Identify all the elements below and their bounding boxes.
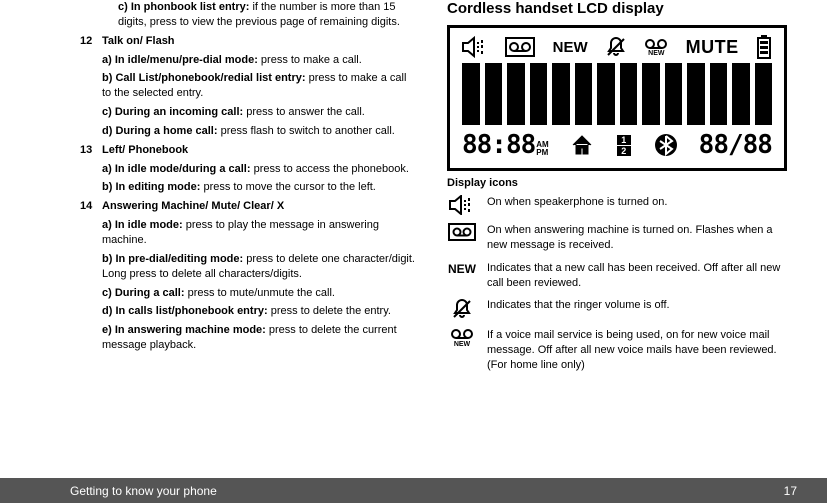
right-column: Cordless handset LCD display NEW NEW MUT… bbox=[437, 0, 797, 478]
item-12-title: Talk on/ Flash bbox=[102, 35, 175, 47]
item-12d-label: d) During a home call: bbox=[102, 125, 218, 137]
item-12-number: 12 bbox=[80, 34, 102, 49]
lcd-row-bottom: 88:88AMPM 1 2 88/88 bbox=[462, 128, 772, 162]
item-14d-text: press to delete the entry. bbox=[268, 305, 391, 317]
item-12b-label: b) Call List/phonebook/redial list entry… bbox=[102, 72, 306, 84]
icon-row-speaker: On when speakerphone is turned on. bbox=[447, 195, 787, 215]
handset-number-icon: 1 2 bbox=[615, 135, 633, 156]
footer-page-number: 17 bbox=[784, 484, 797, 498]
item-13-number: 13 bbox=[80, 143, 102, 158]
icon-row-new: NEW Indicates that a new call has been r… bbox=[447, 261, 787, 291]
speaker-icon bbox=[449, 195, 475, 215]
icon-desc-voicemail: If a voice mail service is being used, o… bbox=[487, 328, 787, 373]
lcd-vm-new: NEW bbox=[648, 50, 664, 57]
left-column: c) In phonbook list entry: if the number… bbox=[70, 0, 437, 478]
icon-row-tape: On when answering machine is turned on. … bbox=[447, 223, 787, 253]
item-14a: a) In idle mode: press to play the messa… bbox=[80, 218, 417, 248]
item-12c: c) During an incoming call: press to ans… bbox=[80, 105, 417, 120]
voicemail-icon: NEW bbox=[644, 38, 668, 57]
item-14d-label: d) In calls list/phonebook entry: bbox=[102, 305, 268, 317]
item-14: 14Answering Machine/ Mute/ Clear/ X bbox=[80, 199, 417, 214]
item-14-title: Answering Machine/ Mute/ Clear/ X bbox=[102, 200, 284, 212]
item-11c: c) In phonbook list entry: if the number… bbox=[80, 0, 417, 30]
item-11c-label: c) In phonbook list entry: bbox=[118, 1, 249, 13]
battery-icon bbox=[756, 35, 772, 59]
lcd-new-text: NEW bbox=[553, 39, 588, 56]
page-footer: Getting to know your phone 17 bbox=[0, 478, 827, 503]
item-12a: a) In idle/menu/pre-dial mode: press to … bbox=[80, 53, 417, 68]
voicemail-icon bbox=[450, 328, 474, 340]
item-13: 13Left/ Phonebook bbox=[80, 143, 417, 158]
icon-desc-tape: On when answering machine is turned on. … bbox=[487, 223, 787, 253]
tape-icon bbox=[505, 37, 535, 57]
item-12: 12Talk on/ Flash bbox=[80, 34, 417, 49]
item-13b-text: press to move the cursor to the left. bbox=[200, 181, 375, 193]
item-14e: e) In answering machine mode: press to d… bbox=[80, 323, 417, 353]
display-icons-heading: Display icons bbox=[447, 177, 787, 189]
item-14-number: 14 bbox=[80, 199, 102, 214]
lcd-date: 88/88 bbox=[699, 130, 772, 160]
item-13a: a) In idle mode/during a call: press to … bbox=[80, 162, 417, 177]
item-12c-text: press to answer the call. bbox=[243, 106, 365, 118]
footer-title: Getting to know your phone bbox=[70, 484, 217, 498]
item-14c-text: press to mute/unmute the call. bbox=[185, 287, 335, 299]
item-13b: b) In editing mode: press to move the cu… bbox=[80, 180, 417, 195]
speaker-icon bbox=[462, 36, 488, 58]
bell-off-icon bbox=[605, 36, 627, 58]
item-12d-text: press flash to switch to another call. bbox=[218, 125, 395, 137]
tape-icon bbox=[448, 223, 476, 241]
item-12a-text: press to make a call. bbox=[258, 54, 362, 66]
item-14a-label: a) In idle mode: bbox=[102, 219, 183, 231]
lcd-time-digits: 88:88 bbox=[462, 130, 535, 160]
icon-desc-speaker: On when speakerphone is turned on. bbox=[487, 195, 667, 210]
item-12a-label: a) In idle/menu/pre-dial mode: bbox=[102, 54, 258, 66]
lcd-pm: PM bbox=[536, 149, 548, 157]
icon-row-bell: Indicates that the ringer volume is off. bbox=[447, 298, 787, 320]
item-13a-text: press to access the phonebook. bbox=[251, 163, 409, 175]
lcd-display: NEW NEW MUTE 88:88AMPM 1 2 bbox=[447, 25, 787, 171]
item-14e-label: e) In answering machine mode: bbox=[102, 324, 266, 336]
icon-desc-bell: Indicates that the ringer volume is off. bbox=[487, 298, 670, 313]
bluetooth-icon bbox=[654, 133, 678, 157]
home-icon bbox=[570, 133, 594, 157]
item-12b: b) Call List/phonebook/redial list entry… bbox=[80, 71, 417, 101]
lcd-heading: Cordless handset LCD display bbox=[447, 0, 787, 17]
item-14c: c) During a call: press to mute/unmute t… bbox=[80, 286, 417, 301]
page-content: c) In phonbook list entry: if the number… bbox=[0, 0, 827, 478]
item-12c-label: c) During an incoming call: bbox=[102, 106, 243, 118]
item-12d: d) During a home call: press flash to sw… bbox=[80, 124, 417, 139]
lcd-mute-text: MUTE bbox=[686, 37, 739, 58]
lcd-row-top: NEW NEW MUTE bbox=[462, 34, 772, 60]
lcd-signal-bars bbox=[462, 63, 772, 125]
new-icon: NEW bbox=[448, 261, 476, 277]
lcd-time: 88:88AMPM bbox=[462, 130, 549, 160]
item-13a-label: a) In idle mode/during a call: bbox=[102, 163, 251, 175]
item-14b: b) In pre-dial/editing mode: press to de… bbox=[80, 252, 417, 282]
item-13b-label: b) In editing mode: bbox=[102, 181, 200, 193]
item-14b-label: b) In pre-dial/editing mode: bbox=[102, 253, 243, 265]
item-14c-label: c) During a call: bbox=[102, 287, 185, 299]
bell-off-icon bbox=[451, 298, 473, 320]
icon-row-voicemail: NEW If a voice mail service is being use… bbox=[447, 328, 787, 373]
item-14d: d) In calls list/phonebook entry: press … bbox=[80, 304, 417, 319]
icon-desc-new: Indicates that a new call has been recei… bbox=[487, 261, 787, 291]
voicemail-new-label: NEW bbox=[454, 340, 470, 349]
item-13-title: Left/ Phonebook bbox=[102, 144, 188, 156]
